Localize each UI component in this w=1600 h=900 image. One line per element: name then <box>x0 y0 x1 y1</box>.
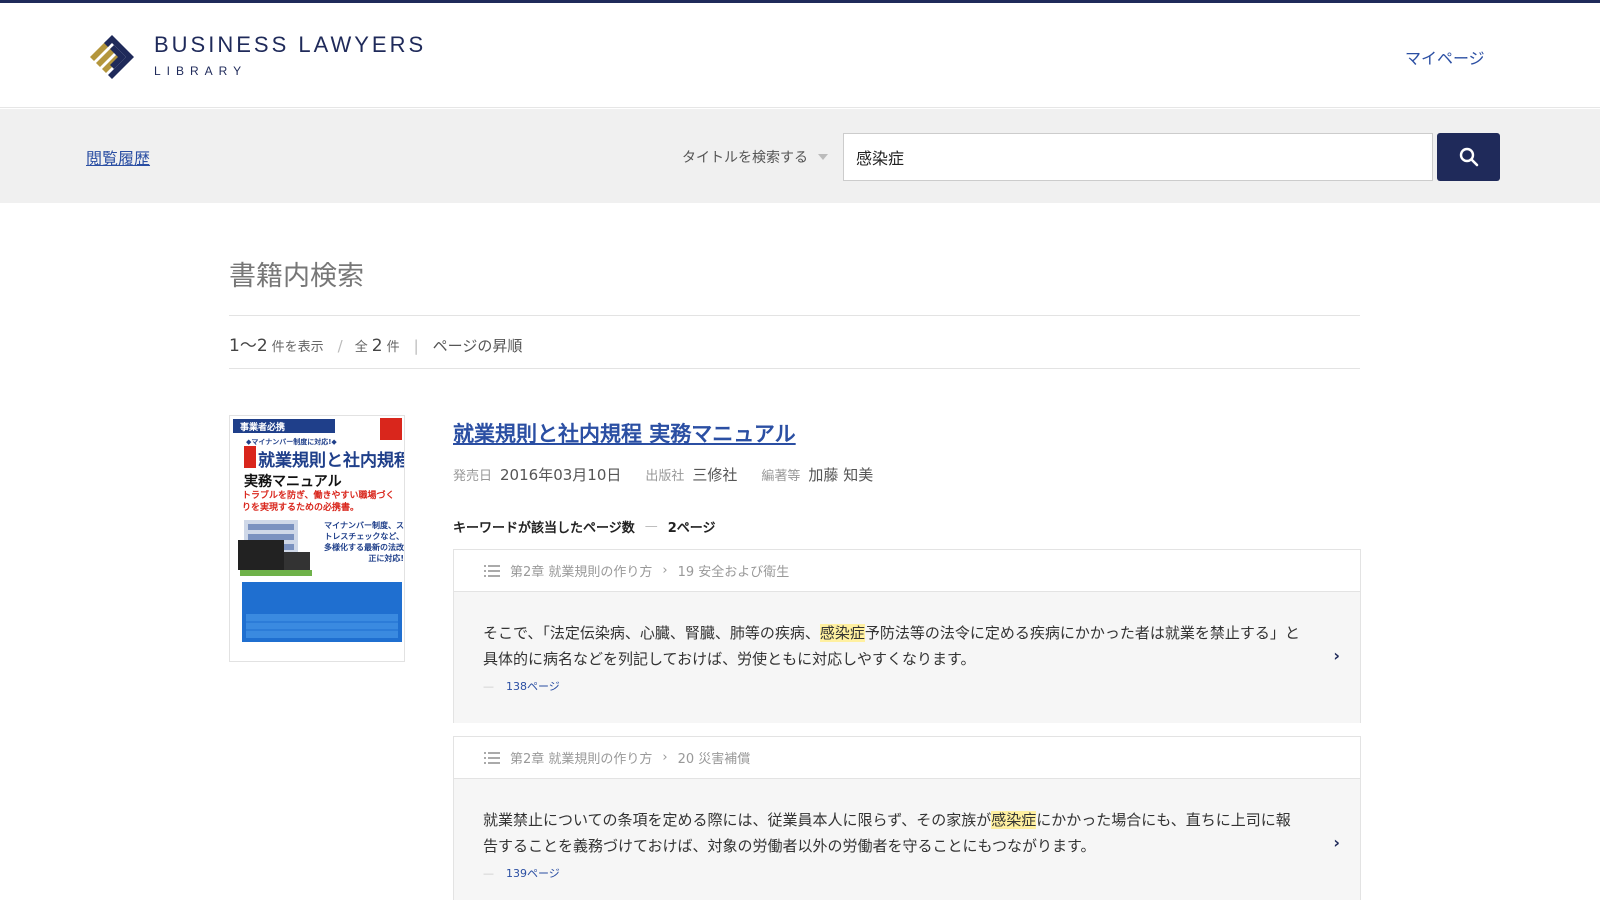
logo-title: BUSINESS LAWYERS <box>154 32 427 57</box>
logo[interactable]: BUSINESS LAWYERS LIBRARY <box>86 31 426 81</box>
author-value: 加藤 知美 <box>808 466 874 484</box>
book-cover-art: 事業者必携 ◆マイナンバー制度に対応!◆ 就業規則と社内規程 実務マニュアル ト… <box>230 416 405 661</box>
chevron-down-icon <box>818 154 828 160</box>
book-title-link[interactable]: 就業規則と社内規程 実務マニュアル <box>453 418 796 448</box>
cover-side: マイナンバー制度、ストレスチェックなど、多様化する最新の法改正に対応! <box>324 521 404 563</box>
cover-title-2: 実務マニュアル <box>244 473 342 490</box>
hit-chapter: 第2章 就業規則の作り方 <box>510 752 653 767</box>
keyword-highlight: 感染症 <box>991 811 1037 829</box>
hit-page-number: 138ページ <box>506 680 560 693</box>
page-title: 書籍内検索 <box>229 261 364 292</box>
list-icon <box>484 751 500 764</box>
history-link[interactable]: 閲覧履歴 <box>86 145 150 169</box>
cover-title-1: 就業規則と社内規程 <box>258 450 405 471</box>
cover-lead: トラブルを防ぎ、働きやすい職場づくりを実現するための必携書。 <box>242 491 395 513</box>
search-hit-card[interactable]: 第2章 就業規則の作り方 › 19 安全および衛生 そこで、「法定伝染病、心臓、… <box>453 549 1361 723</box>
search-icon <box>1459 147 1478 167</box>
chevron-right-icon[interactable]: › <box>1333 646 1340 665</box>
search-bar: 閲覧履歴 タイトルを検索する <box>0 109 1600 203</box>
book-meta: 発売日 2016年03月10日 出版社 三修社 編著等 加藤 知美 <box>453 464 897 485</box>
range-text: 1〜2 <box>229 336 268 356</box>
divider <box>229 315 1360 316</box>
sort-order-link[interactable]: ページの昇順 <box>433 335 523 356</box>
slash-separator: / <box>337 337 343 355</box>
hit-excerpt: 就業禁止についての条項を定める際には、従業員本人に限らず、その家族が感染症にかか… <box>454 779 1360 900</box>
hit-section: 19 安全および衛生 <box>677 565 790 580</box>
hit-page-number: 139ページ <box>506 867 560 880</box>
chevron-right-icon[interactable]: › <box>1333 833 1340 852</box>
search-scope-label: タイトルを検索する <box>682 150 808 166</box>
total-prefix: 全 <box>354 340 368 355</box>
logo-mark-icon <box>90 35 134 79</box>
keyword-page-count: キーワードが該当したページ数 — 2ページ <box>453 517 716 536</box>
keyword-count-label: キーワードが該当したページ数 <box>453 521 635 536</box>
dash-separator: — <box>644 519 658 534</box>
release-date-label: 発売日 <box>453 469 493 484</box>
search-hit-card[interactable]: 第2章 就業規則の作り方 › 20 災害補償 就業禁止についての条項を定める際に… <box>453 736 1361 900</box>
search-scope-select[interactable]: タイトルを検索する <box>682 147 828 167</box>
keyword-highlight: 感染症 <box>819 624 865 642</box>
keyword-count-value: 2ページ <box>667 521 716 536</box>
hit-breadcrumb: 第2章 就業規則の作り方 › 19 安全および衛生 <box>454 550 1360 592</box>
hit-chapter: 第2章 就業規則の作り方 <box>510 565 653 580</box>
publisher-value: 三修社 <box>692 466 738 484</box>
hit-section: 20 災害補償 <box>677 752 751 767</box>
release-date-value: 2016年03月10日 <box>500 466 622 484</box>
book-cover-image[interactable]: 事業者必携 ◆マイナンバー制度に対応!◆ 就業規則と社内規程 実務マニュアル ト… <box>229 415 405 662</box>
total-suffix: 件 <box>386 340 400 355</box>
bar-separator: | <box>413 337 419 355</box>
divider <box>229 368 1360 369</box>
total-count: 2 <box>371 336 383 356</box>
cover-tag: 事業者必携 <box>240 421 285 433</box>
search-input[interactable] <box>843 133 1433 181</box>
site-header: BUSINESS LAWYERS LIBRARY マイページ <box>0 3 1600 108</box>
mypage-link[interactable]: マイページ <box>1405 45 1485 69</box>
chevron-right-icon: › <box>662 750 668 765</box>
chevron-right-icon: › <box>662 563 668 578</box>
publisher-label: 出版社 <box>645 469 685 484</box>
logo-subtitle: LIBRARY <box>154 64 248 78</box>
result-summary: 1〜2 件を表示 / 全 2 件 | ページの昇順 <box>229 331 522 356</box>
range-suffix: 件を表示 <box>271 340 324 355</box>
hit-page-ref[interactable]: — 139ページ <box>483 865 1300 881</box>
author-label: 編著等 <box>761 469 801 484</box>
hit-breadcrumb: 第2章 就業規則の作り方 › 20 災害補償 <box>454 737 1360 779</box>
hit-text: 就業禁止についての条項を定める際には、従業員本人に限らず、その家族が感染症にかか… <box>483 811 1291 855</box>
hit-text: そこで、「法定伝染病、心臓、腎臓、肺等の疾病、感染症予防法等の法令に定める疾病に… <box>483 624 1300 668</box>
hit-excerpt: そこで、「法定伝染病、心臓、腎臓、肺等の疾病、感染症予防法等の法令に定める疾病に… <box>454 592 1360 723</box>
cover-sub: ◆マイナンバー制度に対応!◆ <box>246 437 337 446</box>
hit-page-ref[interactable]: — 138ページ <box>483 678 1300 694</box>
search-button[interactable] <box>1437 133 1500 181</box>
list-icon <box>484 564 500 577</box>
